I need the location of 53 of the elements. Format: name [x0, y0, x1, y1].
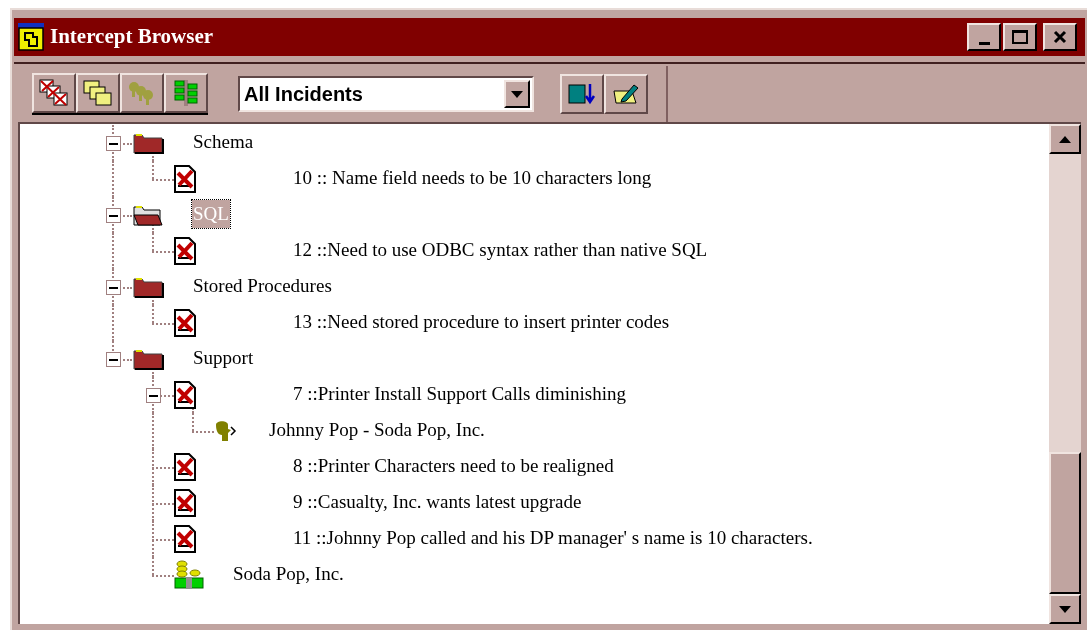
collapse-toggle[interactable]	[106, 280, 121, 295]
scroll-down-button[interactable]	[1049, 594, 1081, 624]
filter-dropdown[interactable]: All Incidents	[238, 76, 534, 112]
dropdown-arrow-button[interactable]	[504, 80, 530, 108]
crossed-document-icon	[174, 489, 196, 517]
scroll-thumb[interactable]	[1049, 452, 1081, 594]
filter-value: All Incidents	[244, 82, 364, 107]
collapse-toggle[interactable]	[106, 208, 121, 223]
scroll-up-button[interactable]	[1049, 124, 1081, 154]
tree-item-label[interactable]: 12 ::Need to use ODBC syntax rather than native SQL	[292, 236, 709, 264]
crossed-document-icon	[174, 525, 196, 553]
tree-item-label[interactable]: 10 :: Name field needs to be 10 characters long	[292, 164, 653, 192]
down-arrow-icon	[1059, 605, 1071, 613]
collapse-toggle[interactable]	[106, 352, 121, 367]
maximize-button[interactable]	[1003, 23, 1037, 51]
toolbar-button[interactable]	[120, 73, 164, 113]
crossed-document-icon	[174, 453, 196, 481]
crossed-document-icon	[174, 309, 196, 337]
collapse-toggle[interactable]	[146, 388, 161, 403]
tree-item-label[interactable]: 13 ::Need stored procedure to insert printer codes	[292, 308, 671, 336]
sort-down-icon	[568, 82, 596, 106]
open-folder-icon	[132, 203, 164, 227]
close-icon	[1053, 30, 1067, 44]
toolbar-button[interactable]	[32, 73, 76, 113]
folder-icon	[132, 131, 164, 155]
folders-icon	[83, 79, 113, 107]
crossed-documents-icon	[39, 79, 69, 107]
window-title: Intercept Browser	[50, 23, 215, 51]
app-icon	[18, 23, 44, 51]
folder-icon	[132, 347, 164, 371]
folder-label[interactable]: Support	[192, 344, 255, 372]
tree-item-label[interactable]: Johnny Pop - Soda Pop, Inc.	[268, 416, 486, 444]
up-arrow-icon	[1059, 135, 1071, 143]
collapse-toggle[interactable]	[106, 136, 121, 151]
person-icon	[214, 419, 238, 443]
folder-label[interactable]: Stored Procedures	[192, 272, 333, 300]
folder-icon	[132, 275, 164, 299]
folder-label[interactable]: Schema	[192, 128, 255, 156]
close-button[interactable]	[1043, 23, 1077, 51]
tree-item-label[interactable]: 7 ::Printer Install Support Calls diminishing	[292, 380, 628, 408]
tree-item-label[interactable]: 8 ::Printer Characters need to be realigned	[292, 452, 615, 480]
crossed-document-icon	[174, 165, 196, 193]
tree-item-label[interactable]: 11 ::Johnny Pop called and his DP manager' s name is 10 characters.	[292, 524, 814, 552]
crossed-document-icon	[174, 237, 196, 265]
caret-icon	[511, 90, 523, 98]
tree-item-label[interactable]: 9 ::Casualty, Inc. wants latest upgrade	[292, 488, 583, 516]
minimize-button[interactable]	[967, 23, 1001, 51]
toolbar-button[interactable]	[164, 73, 208, 113]
toolbar-button[interactable]	[560, 74, 604, 114]
crossed-document-icon	[174, 381, 196, 409]
tree-item-label[interactable]: Soda Pop, Inc.	[232, 560, 345, 588]
toolbar-button[interactable]	[76, 73, 120, 113]
toolbar-button[interactable]	[604, 74, 648, 114]
